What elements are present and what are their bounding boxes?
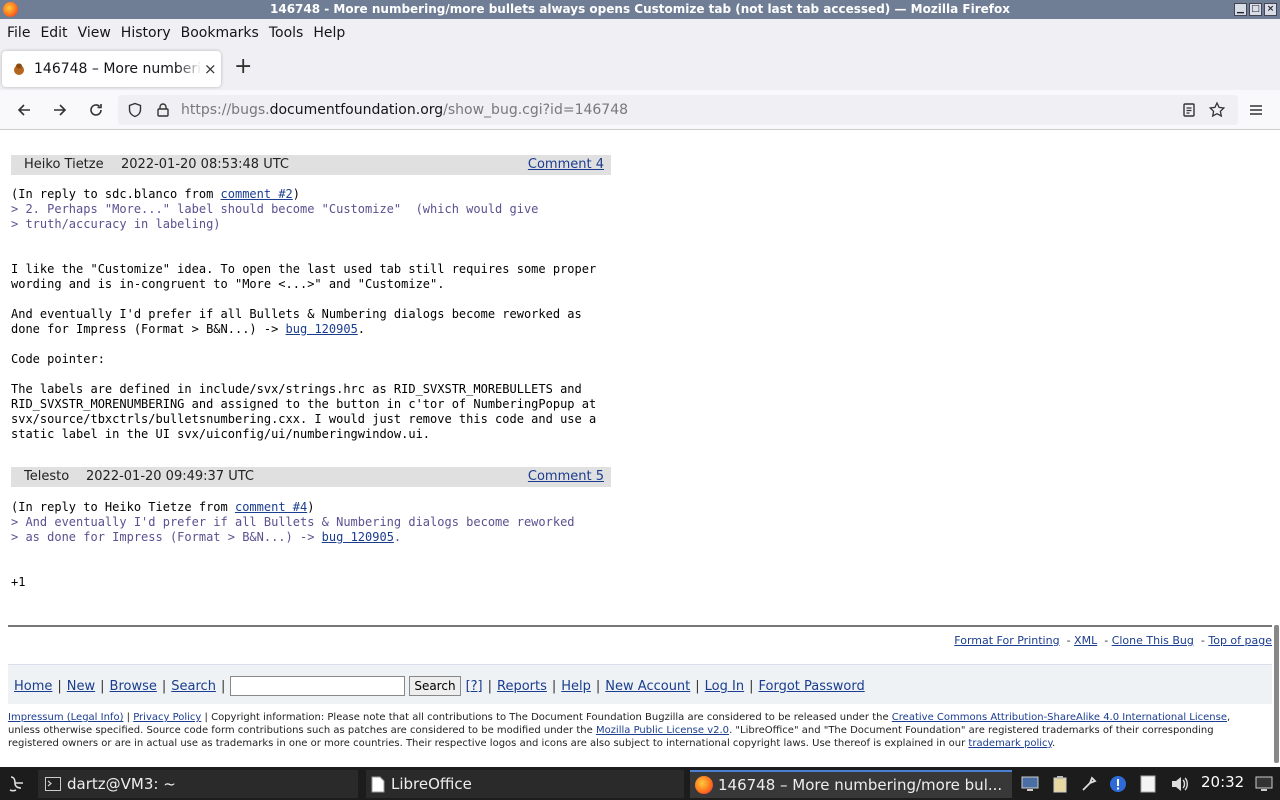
start-menu-icon[interactable] <box>6 770 28 798</box>
url-text[interactable]: https://bugs.documentfoundation.org/show… <box>181 102 628 118</box>
taskbar: dartz@VM3: ~ LibreOffice 146748 – More n… <box>0 767 1280 800</box>
tab-bar: 146748 – More numbering/more bullets × + <box>0 46 1280 90</box>
nav-home[interactable]: Home <box>14 679 52 694</box>
shield-icon[interactable] <box>124 99 146 121</box>
top-of-page-link[interactable]: Top of page <box>1208 634 1272 647</box>
info-icon[interactable] <box>1108 774 1128 794</box>
close-tab-button[interactable]: × <box>204 60 217 78</box>
firefox-icon <box>695 776 713 794</box>
bug-actions: Format For Printing - XML - Clone This B… <box>954 634 1272 647</box>
window-title: 146748 - More numbering/more bullets alw… <box>270 2 1010 16</box>
comment-header: Heiko Tietze 2022-01-20 08:53:48 UTC Com… <box>11 155 611 175</box>
firefox-icon <box>3 2 18 17</box>
clock[interactable]: 20:32 <box>1201 773 1244 791</box>
bugzilla-footer: Home | New | Browse | Search | Search [?] | R… <box>8 664 1272 704</box>
comment-header: Telesto 2022-01-20 09:49:37 UTC Comment … <box>11 467 611 487</box>
close-window-button[interactable]: × <box>1264 3 1277 16</box>
nav-browse[interactable]: Browse <box>110 679 157 694</box>
impressum-link[interactable]: Impressum (Legal Info) <box>8 712 123 723</box>
nav-forgot-password[interactable]: Forgot Password <box>759 679 865 694</box>
bug-link[interactable]: bug 120905 <box>322 530 394 544</box>
menu-help[interactable]: Help <box>308 25 350 41</box>
terminal-icon <box>45 777 61 791</box>
comment-time: 2022-01-20 09:49:37 UTC <box>86 469 254 484</box>
tab-bug-146748[interactable]: 146748 – More numbering/more bullets × <box>2 51 221 87</box>
nav-reports[interactable]: Reports <box>497 679 547 694</box>
bugzilla-favicon-icon <box>14 63 24 75</box>
screen-icon[interactable] <box>1254 774 1274 794</box>
lock-icon[interactable] <box>152 99 174 121</box>
menu-history[interactable]: History <box>116 25 176 41</box>
comment-author[interactable]: Telesto <box>24 467 69 487</box>
comment-text: (In reply to Heiko Tietze from comment #… <box>11 500 575 589</box>
nav-search[interactable]: Search <box>171 679 216 694</box>
comment-link[interactable]: Comment 5 <box>528 467 604 487</box>
trademark-policy-link[interactable]: trademark policy <box>968 738 1052 749</box>
quicksearch-input[interactable] <box>230 676 406 696</box>
notes-icon[interactable] <box>1138 774 1158 794</box>
menu-view[interactable]: View <box>73 25 116 41</box>
menu-bar: File Edit View History Bookmarks Tools H… <box>0 19 1280 46</box>
cc-license-link[interactable]: Creative Commons Attribution-ShareAlike … <box>892 712 1227 723</box>
menu-edit[interactable]: Edit <box>35 25 72 41</box>
document-icon <box>371 776 385 792</box>
page-content: Heiko Tietze 2022-01-20 08:53:48 UTC Com… <box>0 131 1280 767</box>
volume-icon[interactable] <box>1170 774 1190 794</box>
taskbar-firefox[interactable]: 146748 – More numbering/more bul... <box>690 770 1012 798</box>
window-titlebar: 146748 - More numbering/more bullets alw… <box>0 0 1280 19</box>
menu-bookmarks[interactable]: Bookmarks <box>176 25 264 41</box>
forward-icon[interactable] <box>49 99 71 121</box>
comment-author[interactable]: Heiko Tietze <box>24 155 104 175</box>
maximize-button[interactable]: □ <box>1249 3 1262 16</box>
comment-time: 2022-01-20 08:53:48 UTC <box>121 157 289 172</box>
mpl-license-link[interactable]: Mozilla Public License v2.0 <box>596 725 729 736</box>
bookmark-star-icon[interactable] <box>1206 99 1228 121</box>
hamburger-menu-icon[interactable] <box>1245 99 1267 121</box>
minimize-button[interactable]: ▁ <box>1234 3 1247 16</box>
quicksearch-help-link[interactable]: [?] <box>466 679 483 694</box>
privacy-policy-link[interactable]: Privacy Policy <box>133 712 201 723</box>
format-for-printing-link[interactable]: Format For Printing <box>954 634 1059 647</box>
comment-link[interactable]: Comment 4 <box>528 155 604 175</box>
clipboard-icon[interactable] <box>1050 774 1070 794</box>
comment-ref-link[interactable]: comment #2 <box>221 187 293 201</box>
tools-icon[interactable] <box>1079 774 1099 794</box>
divider <box>8 625 1272 627</box>
scrollbar[interactable] <box>1274 625 1279 763</box>
comment-ref-link[interactable]: comment #4 <box>235 500 307 514</box>
menu-tools[interactable]: Tools <box>264 25 309 41</box>
comment-text: (In reply to sdc.blanco from comment #2)… <box>11 187 597 441</box>
legal-notice: Impressum (Legal Info) | Privacy Policy … <box>8 712 1231 749</box>
xml-link[interactable]: XML <box>1074 634 1097 647</box>
reader-view-icon[interactable] <box>1178 99 1200 121</box>
navigation-bar: https://bugs.documentfoundation.org/show… <box>0 90 1280 130</box>
back-icon[interactable] <box>13 99 35 121</box>
nav-log-in[interactable]: Log In <box>705 679 744 694</box>
menu-file[interactable]: File <box>2 25 35 41</box>
nav-new[interactable]: New <box>67 679 95 694</box>
bug-link[interactable]: bug 120905 <box>286 322 358 336</box>
new-tab-button[interactable]: + <box>234 56 252 78</box>
search-button[interactable]: Search <box>409 676 461 696</box>
clone-bug-link[interactable]: Clone This Bug <box>1112 634 1194 647</box>
reload-icon[interactable] <box>85 99 107 121</box>
nav-new-account[interactable]: New Account <box>605 679 690 694</box>
taskbar-libreoffice[interactable]: LibreOffice <box>366 770 684 798</box>
nav-help[interactable]: Help <box>561 679 591 694</box>
taskbar-terminal[interactable]: dartz@VM3: ~ <box>38 770 358 798</box>
network-icon[interactable] <box>1020 774 1040 794</box>
tab-title: 146748 – More numbering/more bullets <box>34 61 202 77</box>
